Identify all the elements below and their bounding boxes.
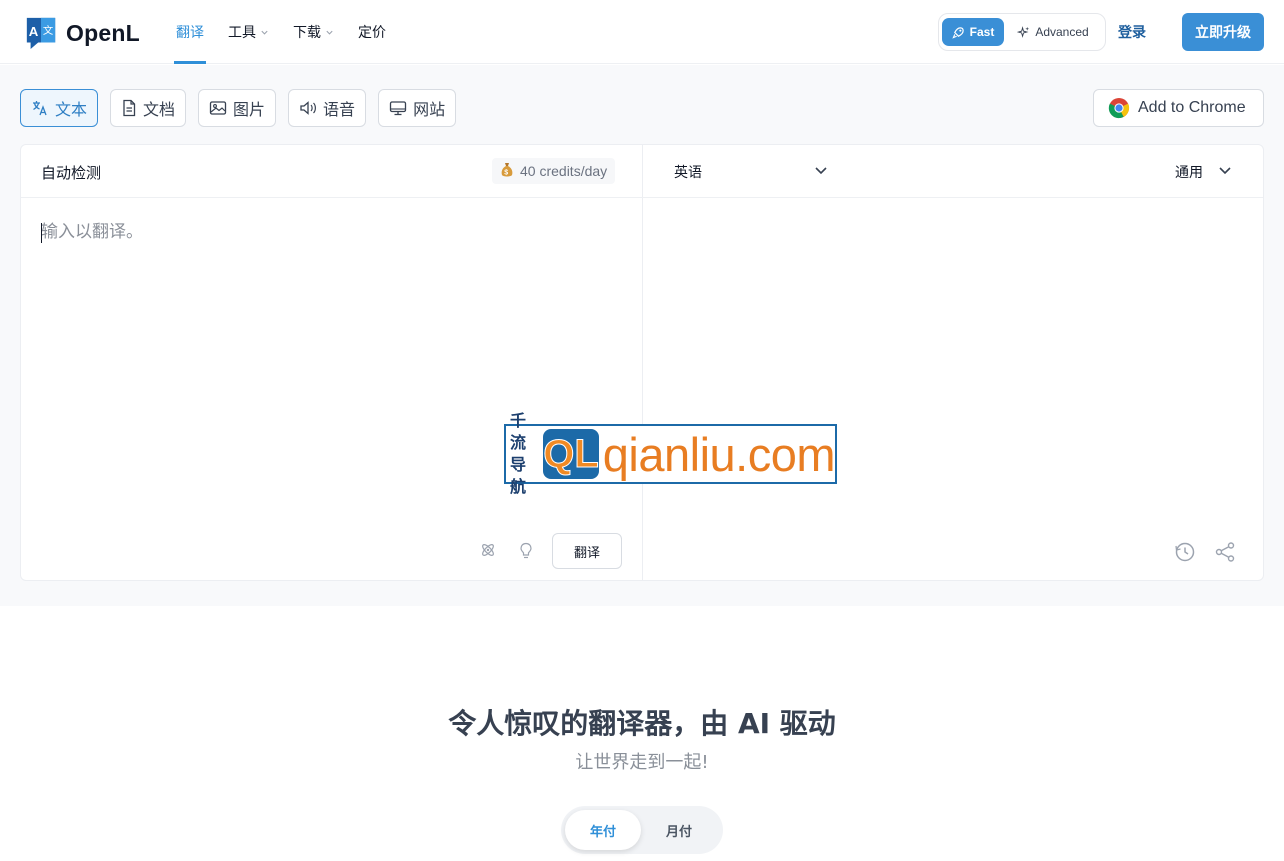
watermark-mark: QL <box>543 431 600 476</box>
tab-website-label: 网站 <box>413 102 446 119</box>
panel-header-line <box>21 197 1263 198</box>
nav-download[interactable]: 下载 <box>293 0 334 64</box>
nav-translate[interactable]: 翻译 <box>174 0 206 64</box>
share-icon[interactable] <box>1214 541 1236 563</box>
rocket-icon <box>951 26 964 39</box>
mode-fast-button[interactable]: Fast <box>942 18 1004 46</box>
source-language-selector[interactable]: 自动检测 <box>41 162 101 183</box>
panel-divider <box>642 145 643 580</box>
billing-yearly[interactable]: 年付 <box>565 810 641 850</box>
nav-pricing-label: 定价 <box>358 24 386 40</box>
mode-advanced-label: Advanced <box>1035 25 1089 39</box>
credits-badge: $ 40 credits/day <box>492 158 616 184</box>
document-icon <box>123 99 136 117</box>
chevron-down-icon <box>326 30 333 35</box>
chevron-down-icon <box>261 30 268 35</box>
openl-logo-icon: A 文 <box>26 17 56 50</box>
speaker-icon <box>300 101 317 115</box>
main-nav: 翻译 工具 下载 定价 <box>174 0 410 64</box>
billing-monthly[interactable]: 月付 <box>641 810 717 850</box>
sparkles-icon <box>1017 25 1030 38</box>
watermark: 千流 导航 QL qianliu.com <box>504 411 837 496</box>
brand-name: OpenL <box>66 19 140 46</box>
add-to-chrome-button[interactable]: Add to Chrome <box>1093 89 1264 127</box>
watermark-ql-badge: QL <box>543 429 599 479</box>
watermark-domain: qianliu.com <box>602 427 836 481</box>
mode-fast-label: Fast <box>969 25 995 39</box>
tab-audio[interactable]: 语音 <box>288 89 367 127</box>
hero-subtitle: 让世界走到一起! <box>575 752 709 773</box>
translate-icon <box>33 101 47 116</box>
logo[interactable]: A 文 OpenL <box>24 16 140 50</box>
watermark-cn-text: 千流 导航 <box>510 410 541 498</box>
tab-website[interactable]: 网站 <box>378 89 457 127</box>
chevron-down-icon[interactable] <box>814 165 828 177</box>
top-header: A 文 OpenL 翻译 工具 下载 定价 Fast Advanced 登录 立… <box>0 0 1284 64</box>
credits-text: 40 credits/day <box>520 163 608 179</box>
nav-tools[interactable]: 工具 <box>228 0 269 64</box>
tab-image[interactable]: 图片 <box>198 89 277 127</box>
money-bag-icon: $ <box>500 162 514 181</box>
tab-audio-label: 语音 <box>323 102 356 119</box>
tone-selector[interactable]: 通用 <box>1175 162 1203 182</box>
history-icon[interactable] <box>1174 541 1196 563</box>
hero-title: 令人惊叹的翻译器，由 AI 驱动 <box>448 707 836 740</box>
billing-toggle: 年付 月付 <box>561 806 723 854</box>
tab-document-label: 文档 <box>143 102 176 119</box>
nav-download-label: 下载 <box>293 24 321 40</box>
chevron-down-icon[interactable] <box>1218 165 1232 177</box>
tab-text-label: 文本 <box>55 102 88 119</box>
watermark-line1: 千流 <box>510 411 527 452</box>
nav-translate-label: 翻译 <box>176 24 204 40</box>
text-cursor <box>41 223 42 243</box>
nav-tools-label: 工具 <box>228 24 256 40</box>
image-icon <box>209 101 227 115</box>
login-link[interactable]: 登录 <box>1118 22 1146 42</box>
watermark-line2: 导航 <box>510 455 527 496</box>
tab-text[interactable]: 文本 <box>20 89 99 127</box>
svg-text:A: A <box>29 24 39 39</box>
mode-advanced-button[interactable]: Advanced <box>1004 18 1102 46</box>
lightbulb-icon[interactable] <box>519 542 533 560</box>
input-type-tabs: 文本 文档 图片 语音 网站 <box>20 89 468 127</box>
atom-icon[interactable] <box>480 542 496 558</box>
upgrade-button[interactable]: 立即升级 <box>1182 13 1264 51</box>
tab-image-label: 图片 <box>233 102 266 119</box>
add-to-chrome-label: Add to Chrome <box>1138 99 1246 116</box>
chrome-icon <box>1108 98 1130 119</box>
nav-pricing[interactable]: 定价 <box>358 0 386 64</box>
monitor-icon <box>389 101 407 116</box>
target-language-selector[interactable]: 英语 <box>674 162 702 182</box>
svg-text:$: $ <box>504 169 508 176</box>
translation-panel: 自动检测 $ 40 credits/day 英语 通用 翻译 <box>20 144 1264 581</box>
translator-area: 文本 文档 图片 语音 网站 Add to Chrome 自动检测 $ 40 c… <box>0 65 1284 606</box>
mode-toggle: Fast Advanced <box>938 13 1106 51</box>
translate-button[interactable]: 翻译 <box>552 533 622 569</box>
tab-document[interactable]: 文档 <box>110 89 187 127</box>
svg-text:文: 文 <box>43 24 54 37</box>
